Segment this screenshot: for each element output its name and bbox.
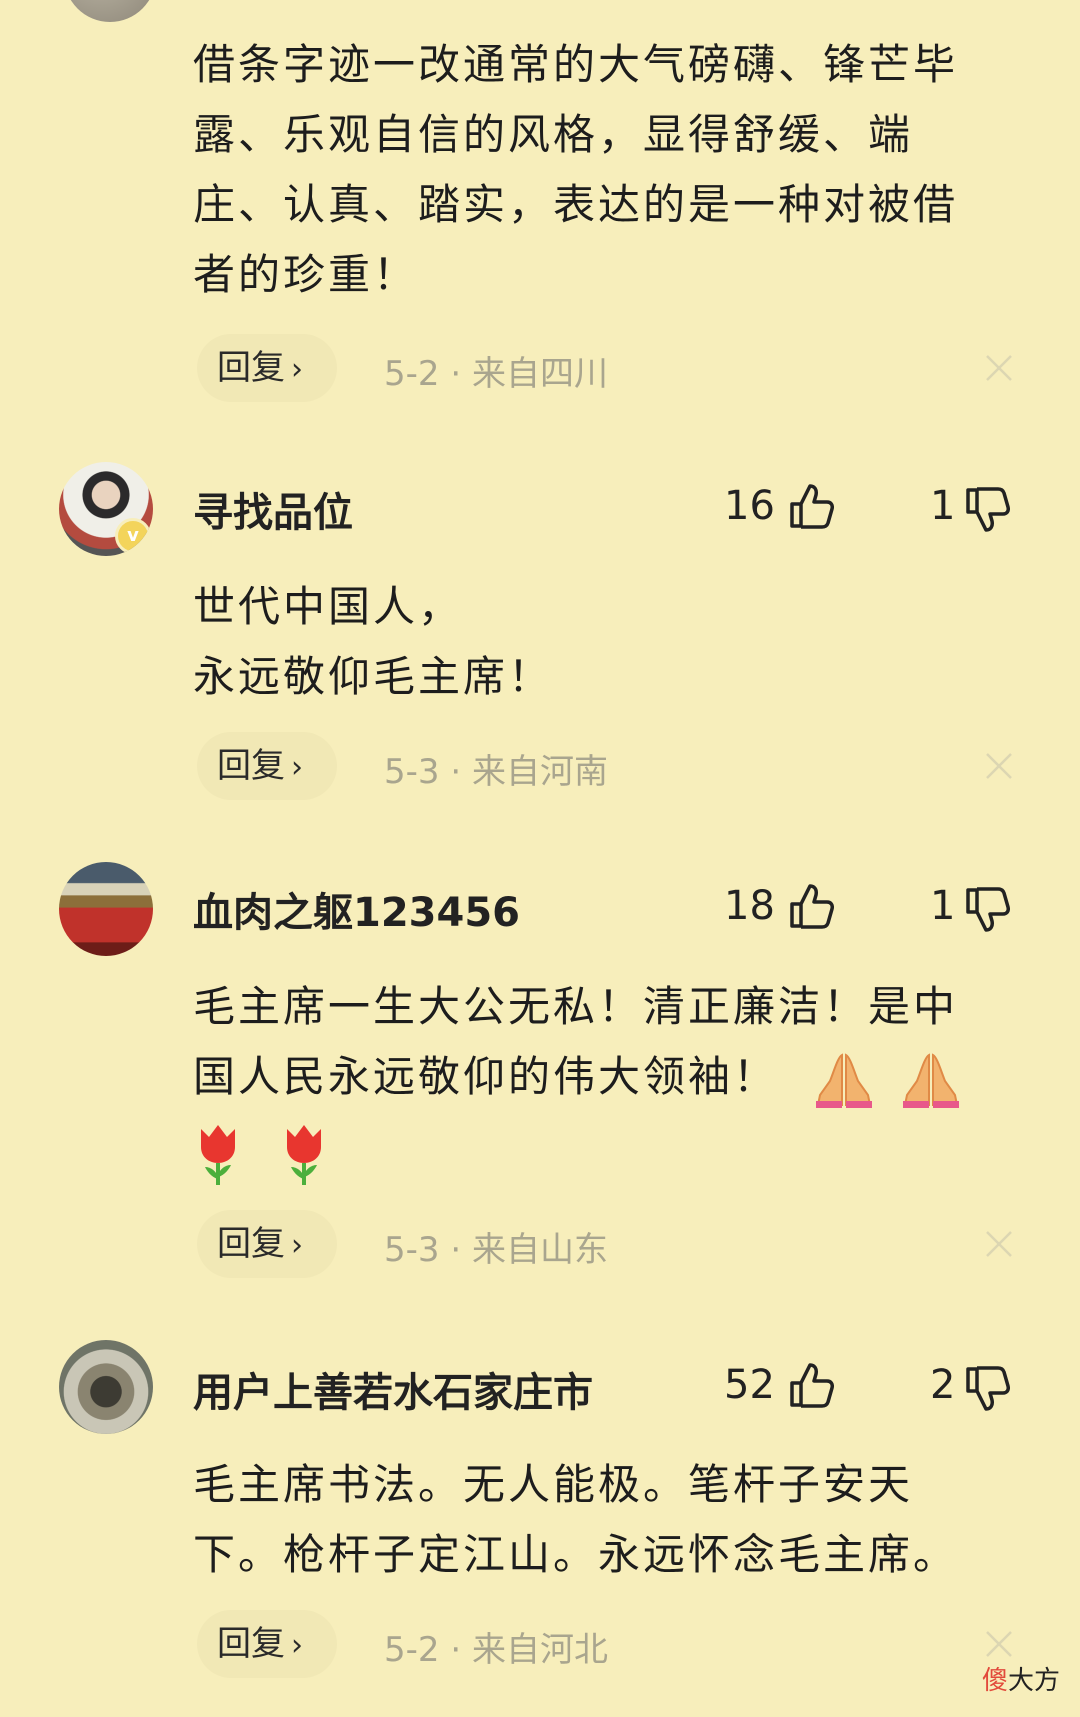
tulip-icon (287, 1124, 322, 1185)
folded-hands-icon (816, 1052, 873, 1108)
watermark: 傻大方 (982, 1660, 1060, 1697)
avatar[interactable] (59, 862, 153, 956)
avatar[interactable] (64, 0, 156, 22)
comment-line: 露、乐观自信的风格，显得舒缓、端 (193, 110, 914, 159)
close-icon[interactable] (984, 751, 1014, 781)
comment-line: 国人民永远敬仰的伟大领袖！ (193, 1052, 779, 1101)
comment-text: 毛主席一生大公无私！清正廉洁！是中 国人民永远敬仰的伟大领袖！ (193, 972, 1023, 1187)
comment-line: 下。枪杆子定江山。永远怀念毛主席。 (193, 1530, 959, 1579)
username[interactable]: 血肉之躯123456 (193, 880, 520, 938)
dislike-count: 1 (930, 483, 956, 529)
comment-text: 毛主席书法。无人能极。笔杆子安天 下。枪杆子定江山。永远怀念毛主席。 (193, 1450, 1023, 1590)
comment-meta: 5-3 · 来自山东 (384, 1230, 608, 1270)
like-count: 52 (724, 1362, 775, 1408)
dislike-count: 1 (930, 883, 956, 929)
comment-line: 毛主席一生大公无私！清正廉洁！是中 (193, 982, 959, 1031)
comment-text: 借条字迹一改通常的大气磅礴、锋芒毕 露、乐观自信的风格，显得舒缓、端 庄、认真、… (193, 30, 1023, 310)
comment-line: 借条字迹一改通常的大气磅礴、锋芒毕 (193, 40, 959, 89)
reply-button[interactable]: 回复 › (197, 732, 337, 800)
comment-meta: 5-3 · 来自河南 (384, 752, 608, 792)
chevron-right-icon: › (291, 1628, 303, 1663)
watermark-text: 大方 (1007, 1666, 1060, 1696)
thumbs-down-icon[interactable] (964, 486, 1010, 534)
verified-badge-icon: v (115, 518, 151, 554)
username[interactable]: 寻找品位 (193, 480, 353, 538)
like-count: 16 (724, 483, 775, 529)
comment-line: 者的珍重！ (193, 250, 419, 299)
close-icon[interactable] (984, 1229, 1014, 1259)
folded-hands-icon (902, 1052, 959, 1108)
like-count: 18 (724, 883, 775, 929)
dislike-count: 2 (930, 1362, 956, 1408)
watermark-text: 傻 (981, 1666, 1008, 1696)
avatar[interactable] (59, 1340, 153, 1434)
reply-button[interactable]: 回复 › (197, 1610, 337, 1678)
reply-label: 回复 (217, 746, 285, 786)
comment-line: 毛主席书法。无人能极。笔杆子安天 (193, 1460, 914, 1509)
reply-label: 回复 (217, 348, 285, 388)
close-icon[interactable] (984, 1629, 1014, 1659)
comment-meta: 5-2 · 来自河北 (384, 1630, 608, 1670)
thumbs-up-icon[interactable] (788, 882, 834, 930)
comment-line: 永远敬仰毛主席！ (193, 652, 554, 701)
chevron-right-icon: › (291, 750, 303, 785)
thumbs-down-icon[interactable] (964, 1365, 1010, 1413)
comment-line: 世代中国人， (193, 582, 464, 631)
reply-label: 回复 (217, 1624, 285, 1664)
chevron-right-icon: › (291, 352, 303, 387)
avatar[interactable]: v (59, 462, 153, 556)
close-icon[interactable] (984, 353, 1014, 383)
thumbs-up-icon[interactable] (788, 482, 834, 530)
chevron-right-icon: › (291, 1228, 303, 1263)
comment-text: 世代中国人， 永远敬仰毛主席！ (193, 572, 1023, 712)
comment-meta: 5-2 · 来自四川 (384, 354, 608, 394)
username[interactable]: 用户上善若水石家庄市 (193, 1360, 593, 1418)
reply-button[interactable]: 回复 › (197, 1210, 337, 1278)
comment-line: 庄、认真、踏实，表达的是一种对被借 (193, 180, 959, 229)
reply-button[interactable]: 回复 › (197, 334, 337, 402)
tulip-icon (201, 1124, 235, 1185)
reply-label: 回复 (217, 1224, 285, 1264)
thumbs-up-icon[interactable] (788, 1361, 834, 1409)
thumbs-down-icon[interactable] (964, 886, 1010, 934)
